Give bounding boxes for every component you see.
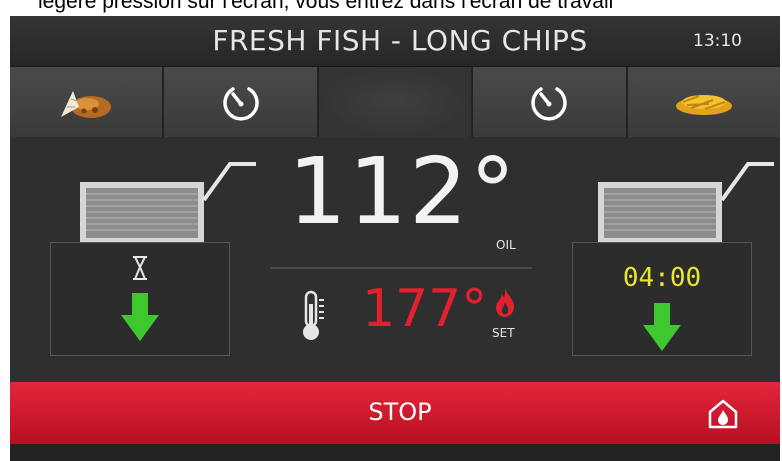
program-title: FRESH FISH - LONG CHIPS xyxy=(212,24,588,57)
arrow-down-icon xyxy=(121,293,159,341)
divider xyxy=(270,267,532,269)
fryer-screen: FRESH FISH - LONG CHIPS 13:10 112° OIL 1… xyxy=(10,16,780,461)
set-temperature[interactable]: 177° xyxy=(362,279,487,339)
basket-left-icon xyxy=(80,162,256,242)
basket-right-icon xyxy=(598,162,774,242)
stop-button[interactable]: STOP xyxy=(10,382,780,444)
footer-bar xyxy=(10,444,780,461)
right-basket-panel[interactable]: 04:00 xyxy=(572,242,752,356)
oil-label: OIL xyxy=(496,238,516,252)
hourglass-icon xyxy=(133,256,147,280)
fries-icon xyxy=(675,95,732,115)
fish-icon xyxy=(61,91,112,118)
tab-timer-right[interactable] xyxy=(473,67,628,137)
flame-icon xyxy=(496,289,515,317)
tab-timer-left[interactable] xyxy=(164,67,319,137)
thermometer-icon xyxy=(303,290,324,340)
stop-label: STOP xyxy=(368,398,432,426)
home-icon[interactable] xyxy=(707,398,739,430)
tab-blank[interactable] xyxy=(318,67,474,137)
timer-icon xyxy=(222,87,259,121)
main-panel: 112° OIL 177° SET 04:00 xyxy=(10,138,780,382)
caption-text: légère pression sur l'écran, vous entrez… xyxy=(38,0,614,13)
timer-icon xyxy=(531,87,568,121)
clock: 13:10 xyxy=(693,31,742,51)
basket-timer: 04:00 xyxy=(622,263,702,293)
tab-fish[interactable] xyxy=(10,67,165,137)
tab-bar xyxy=(10,67,780,137)
tab-fries[interactable] xyxy=(627,67,780,137)
set-label: SET xyxy=(492,326,515,340)
arrow-down-icon xyxy=(643,303,681,351)
header: FRESH FISH - LONG CHIPS 13:10 xyxy=(10,16,780,67)
left-basket-panel[interactable] xyxy=(50,242,230,356)
oil-temperature: 112° xyxy=(288,138,518,245)
